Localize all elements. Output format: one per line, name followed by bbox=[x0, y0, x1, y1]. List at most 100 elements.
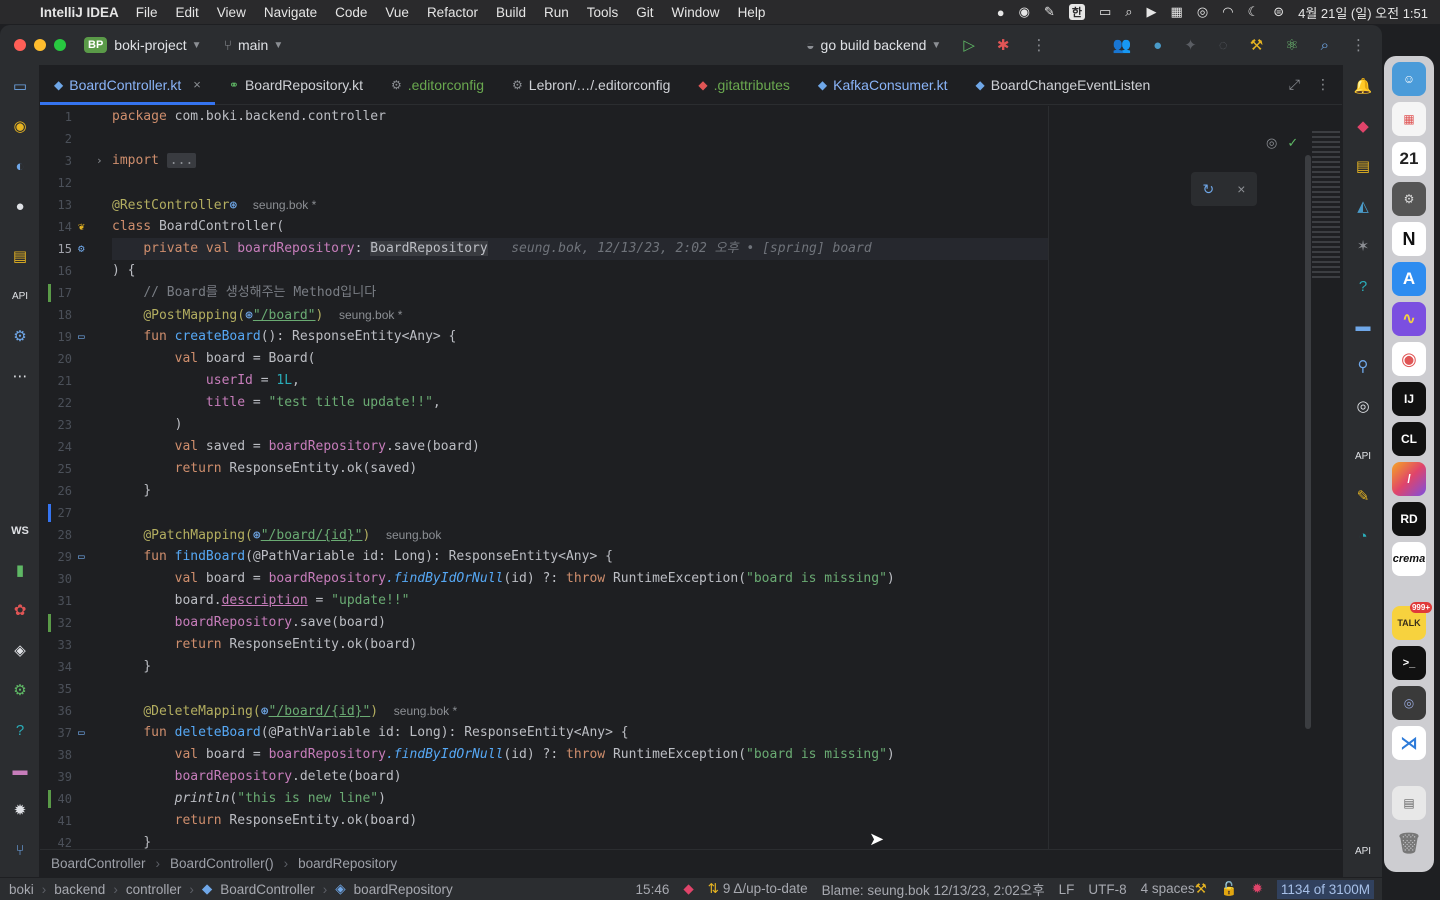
vscode-icon[interactable]: ⋊ bbox=[1392, 726, 1426, 760]
git-icon[interactable]: ⑂ bbox=[8, 839, 32, 863]
do-not-disturb-icon[interactable]: ☾ bbox=[1248, 4, 1260, 20]
notion-app[interactable]: N bbox=[1392, 222, 1426, 256]
minimize-window-button[interactable] bbox=[34, 39, 46, 51]
plugin-icon[interactable]: ✦ bbox=[1184, 36, 1197, 54]
breadcrumb-item[interactable]: BoardController bbox=[51, 856, 146, 871]
chat-icon[interactable]: ▬ bbox=[1351, 315, 1375, 339]
breadcrumb-item[interactable]: boardRepository bbox=[298, 856, 397, 871]
question-icon[interactable]: ? bbox=[1351, 275, 1375, 299]
atom-icon[interactable]: ⚛ bbox=[1285, 36, 1298, 54]
debug-icon[interactable]: ✱ bbox=[997, 36, 1010, 54]
python-icon[interactable]: ◎ bbox=[1351, 395, 1375, 419]
gradient-app-icon[interactable]: / bbox=[1392, 462, 1426, 496]
no-problems-check-icon[interactable]: ✓ bbox=[1287, 135, 1298, 151]
vertical-scrollbar[interactable] bbox=[1305, 155, 1311, 729]
database-icon[interactable]: ▤ bbox=[1351, 155, 1375, 179]
run-icon[interactable]: ▷ bbox=[963, 36, 975, 54]
nav-item[interactable]: controller bbox=[126, 882, 182, 897]
wave-app-icon[interactable]: ∿ bbox=[1392, 302, 1426, 336]
more-tools-icon[interactable]: ⋯ bbox=[8, 365, 32, 389]
crema-app[interactable]: crema bbox=[1392, 542, 1426, 576]
menu-tools[interactable]: Tools bbox=[578, 5, 628, 20]
sparkle-icon[interactable]: ✶ bbox=[1351, 235, 1375, 259]
nav-item[interactable]: backend bbox=[54, 882, 105, 897]
record-icon[interactable]: ● bbox=[997, 5, 1005, 20]
reload-icon[interactable]: ↻ bbox=[1203, 181, 1215, 198]
lock-icon[interactable]: 🔓 bbox=[1221, 881, 1238, 897]
plugin-status-icon[interactable]: ◆ bbox=[683, 881, 693, 897]
nav-item[interactable]: boardRepository bbox=[354, 882, 453, 897]
services-icon[interactable]: ▤ bbox=[8, 245, 32, 269]
todo-icon[interactable]: ✎ bbox=[1351, 485, 1375, 509]
run-dashboard-icon[interactable]: ⚙ bbox=[8, 325, 32, 349]
vcs-added-marker[interactable] bbox=[48, 790, 51, 808]
endpoint-link-icon[interactable]: ⊛ bbox=[261, 704, 269, 719]
wifi-icon[interactable]: ◠ bbox=[1222, 4, 1233, 20]
github-icon[interactable]: ● bbox=[8, 195, 32, 219]
battery-icon[interactable]: ▭ bbox=[1099, 4, 1111, 20]
tab-lebron-editorconfig[interactable]: ⚙ Lebron/…/.editorconfig bbox=[498, 65, 684, 105]
menu-window[interactable]: Window bbox=[663, 5, 729, 20]
spotlight-search-icon[interactable]: ⌕ bbox=[1125, 4, 1132, 20]
commit-icon[interactable]: ◉ bbox=[8, 115, 32, 139]
breadcrumb-item[interactable]: BoardController() bbox=[170, 856, 274, 871]
injection-icon[interactable]: ⚙ bbox=[78, 238, 85, 260]
close-window-button[interactable] bbox=[14, 39, 26, 51]
fold-chevron-icon[interactable]: › bbox=[96, 150, 103, 172]
network-app-icon[interactable]: ◎ bbox=[1392, 686, 1426, 720]
ai-assistant-icon[interactable]: ● bbox=[1153, 37, 1162, 54]
expand-icon[interactable]: ⤢ bbox=[1289, 76, 1300, 93]
api-icon[interactable]: API bbox=[1351, 445, 1375, 469]
zoom-window-button[interactable] bbox=[54, 39, 66, 51]
bookmarks-icon[interactable]: ▮ bbox=[8, 559, 32, 583]
app-store-icon[interactable]: A bbox=[1392, 262, 1426, 296]
indent-setting[interactable]: 4 spaces⚒ bbox=[1141, 881, 1207, 897]
menu-bar-clock[interactable]: 4월 21일 (일) 오전 1:51 bbox=[1298, 3, 1428, 22]
code-editor[interactable]: package com.boki.backend.controller impo… bbox=[112, 106, 1302, 874]
check-circle-icon[interactable]: ◔ bbox=[1351, 525, 1375, 549]
vcs-added-marker[interactable] bbox=[48, 284, 51, 302]
memory-indicator[interactable]: 1134 of 3100M bbox=[1276, 879, 1374, 899]
menu-navigate[interactable]: Navigate bbox=[255, 5, 326, 20]
menu-help[interactable]: Help bbox=[729, 5, 775, 20]
project-view-icon[interactable]: ▭ bbox=[8, 75, 32, 99]
user-icon[interactable]: ◎ bbox=[1197, 4, 1208, 20]
kakaotalk-app[interactable]: TALK 999+ bbox=[1392, 602, 1432, 640]
trash-icon[interactable]: 🗑 bbox=[1392, 826, 1426, 860]
chrome-icon[interactable]: ◉ bbox=[1392, 342, 1426, 376]
menu-run[interactable]: Run bbox=[535, 5, 578, 20]
play-icon[interactable]: ▶ bbox=[1147, 4, 1157, 20]
downloads-folder-icon[interactable]: ▤ bbox=[1392, 786, 1426, 820]
close-tab-icon[interactable]: × bbox=[193, 77, 201, 92]
bug-icon[interactable]: ✹ bbox=[1252, 881, 1263, 897]
api-icon[interactable]: API bbox=[8, 285, 32, 309]
build-tools-icon[interactable]: ⚒ bbox=[1250, 36, 1263, 54]
vcs-added-marker[interactable] bbox=[48, 614, 51, 632]
plugin-pink-icon[interactable]: ◆ bbox=[1351, 115, 1375, 139]
tab-gitattributes[interactable]: ◆ .gitattributes bbox=[684, 65, 804, 105]
more-actions-icon[interactable]: ⋮ bbox=[1031, 36, 1046, 54]
tab-board-repository[interactable]: ⚭ BoardRepository.kt bbox=[215, 65, 377, 105]
menu-code[interactable]: Code bbox=[326, 5, 376, 20]
menu-file[interactable]: File bbox=[127, 5, 167, 20]
notifications-bell-icon[interactable]: 🔔 bbox=[1351, 75, 1375, 99]
pull-requests-icon[interactable]: ◐ bbox=[8, 155, 32, 179]
layers-icon[interactable]: ◈ bbox=[8, 639, 32, 663]
close-icon[interactable]: × bbox=[1237, 181, 1245, 197]
author-hint[interactable]: seung.bok * bbox=[394, 704, 457, 718]
feather-icon[interactable]: ✎ bbox=[1044, 4, 1055, 20]
vcs-modified-marker[interactable] bbox=[48, 504, 51, 522]
help-icon[interactable]: ? bbox=[8, 719, 32, 743]
websocket-icon[interactable]: WS bbox=[8, 519, 32, 543]
spring-icon[interactable]: ⚲ bbox=[1351, 355, 1375, 379]
spring-bean-icon[interactable]: ❦ bbox=[78, 216, 85, 238]
caret-position[interactable]: 15:46 bbox=[636, 882, 670, 897]
search-everywhere-icon[interactable]: ⌕ bbox=[1321, 37, 1329, 54]
vcs-status[interactable]: ⇅ 9 Δ/up-to-date bbox=[708, 881, 808, 897]
clion-app[interactable]: CL bbox=[1392, 422, 1426, 456]
calendar-app[interactable]: 21 bbox=[1392, 142, 1426, 176]
terminal-icon[interactable]: ▬ bbox=[8, 759, 32, 783]
control-center-icon[interactable]: ▦ bbox=[1171, 4, 1183, 20]
inspect-icon[interactable]: ◌ bbox=[1219, 37, 1228, 54]
toggle-icon[interactable]: ⊜ bbox=[1273, 4, 1284, 20]
